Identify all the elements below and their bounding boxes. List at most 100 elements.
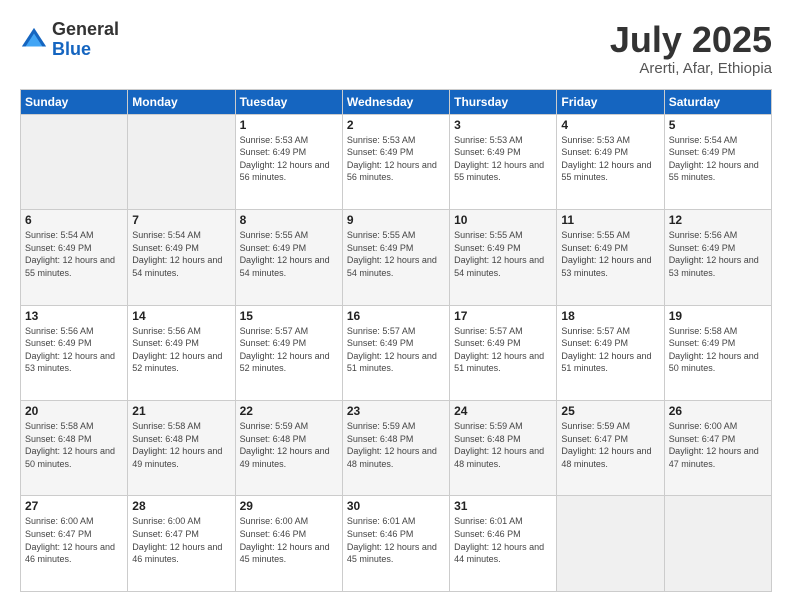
calendar-day-cell <box>128 114 235 209</box>
logo-icon <box>20 26 48 54</box>
day-info: Sunrise: 5:59 AM Sunset: 6:48 PM Dayligh… <box>347 420 445 470</box>
day-info: Sunrise: 5:56 AM Sunset: 6:49 PM Dayligh… <box>132 325 230 375</box>
calendar-week-row: 6 Sunrise: 5:54 AM Sunset: 6:49 PM Daylig… <box>21 210 772 305</box>
calendar-day-cell: 26Sunrise: 6:00 AM Sunset: 6:47 PM Dayli… <box>664 401 771 496</box>
calendar-day-cell: 11 Sunrise: 5:55 AM Sunset: 6:49 PM Dayli… <box>557 210 664 305</box>
day-number: 10 <box>454 213 552 227</box>
calendar-day-cell: 25 Sunrise: 5:59 AM Sunset: 6:47 PM Dayli… <box>557 401 664 496</box>
calendar-week-row: 27 Sunrise: 6:00 AM Sunset: 6:47 PM Dayli… <box>21 496 772 592</box>
day-number: 23 <box>347 404 445 418</box>
calendar-day-cell: 16 Sunrise: 5:57 AM Sunset: 6:49 PM Dayli… <box>342 305 449 400</box>
day-info: Sunrise: 5:56 AM Sunset: 6:49 PM Dayligh… <box>25 325 123 375</box>
calendar-day-cell: 30 Sunrise: 6:01 AM Sunset: 6:46 PM Dayli… <box>342 496 449 592</box>
day-number: 9 <box>347 213 445 227</box>
calendar-day-cell: 18 Sunrise: 5:57 AM Sunset: 6:49 PM Dayli… <box>557 305 664 400</box>
calendar-day-cell: 5Sunrise: 5:54 AM Sunset: 6:49 PM Daylig… <box>664 114 771 209</box>
calendar-day-cell: 12 Sunrise: 5:56 AM Sunset: 6:49 PM Dayli… <box>664 210 771 305</box>
day-info: Sunrise: 5:53 AM Sunset: 6:49 PM Dayligh… <box>454 134 552 184</box>
title-block: July 2025 Arerti, Afar, Ethiopia <box>610 20 772 77</box>
weekday-header-cell: Friday <box>557 89 664 114</box>
weekday-header-cell: Saturday <box>664 89 771 114</box>
calendar-table: SundayMondayTuesdayWednesdayThursdayFrid… <box>20 89 772 592</box>
calendar-day-cell: 4Sunrise: 5:53 AM Sunset: 6:49 PM Daylig… <box>557 114 664 209</box>
day-info: Sunrise: 5:54 AM Sunset: 6:49 PM Dayligh… <box>132 229 230 279</box>
day-info: Sunrise: 5:57 AM Sunset: 6:49 PM Dayligh… <box>561 325 659 375</box>
calendar-day-cell: 2Sunrise: 5:53 AM Sunset: 6:49 PM Daylig… <box>342 114 449 209</box>
day-number: 29 <box>240 499 338 513</box>
weekday-header-row: SundayMondayTuesdayWednesdayThursdayFrid… <box>21 89 772 114</box>
day-number: 19 <box>669 309 767 323</box>
day-number: 1 <box>240 118 338 132</box>
calendar-day-cell: 24Sunrise: 5:59 AM Sunset: 6:48 PM Dayli… <box>450 401 557 496</box>
weekday-header-cell: Tuesday <box>235 89 342 114</box>
calendar-day-cell: 29 Sunrise: 6:00 AM Sunset: 6:46 PM Dayli… <box>235 496 342 592</box>
logo-blue: Blue <box>52 40 119 60</box>
day-info: Sunrise: 5:55 AM Sunset: 6:49 PM Dayligh… <box>240 229 338 279</box>
month-year: July 2025 <box>610 20 772 60</box>
calendar-week-row: 20 Sunrise: 5:58 AM Sunset: 6:48 PM Dayli… <box>21 401 772 496</box>
day-number: 21 <box>132 404 230 418</box>
day-number: 17 <box>454 309 552 323</box>
day-number: 24 <box>454 404 552 418</box>
day-number: 28 <box>132 499 230 513</box>
day-info: Sunrise: 5:55 AM Sunset: 6:49 PM Dayligh… <box>347 229 445 279</box>
day-info: Sunrise: 6:01 AM Sunset: 6:46 PM Dayligh… <box>454 515 552 565</box>
day-number: 18 <box>561 309 659 323</box>
calendar-day-cell: 17 Sunrise: 5:57 AM Sunset: 6:49 PM Dayli… <box>450 305 557 400</box>
day-info: Sunrise: 5:53 AM Sunset: 6:49 PM Dayligh… <box>347 134 445 184</box>
calendar-day-cell: 10Sunrise: 5:55 AM Sunset: 6:49 PM Dayli… <box>450 210 557 305</box>
day-number: 6 <box>25 213 123 227</box>
calendar-day-cell: 15Sunrise: 5:57 AM Sunset: 6:49 PM Dayli… <box>235 305 342 400</box>
day-info: Sunrise: 6:00 AM Sunset: 6:47 PM Dayligh… <box>132 515 230 565</box>
day-info: Sunrise: 5:57 AM Sunset: 6:49 PM Dayligh… <box>454 325 552 375</box>
day-number: 8 <box>240 213 338 227</box>
day-number: 14 <box>132 309 230 323</box>
day-info: Sunrise: 5:59 AM Sunset: 6:47 PM Dayligh… <box>561 420 659 470</box>
day-info: Sunrise: 5:57 AM Sunset: 6:49 PM Dayligh… <box>347 325 445 375</box>
day-info: Sunrise: 5:55 AM Sunset: 6:49 PM Dayligh… <box>561 229 659 279</box>
day-number: 16 <box>347 309 445 323</box>
day-number: 13 <box>25 309 123 323</box>
calendar-day-cell <box>557 496 664 592</box>
page: General Blue July 2025 Arerti, Afar, Eth… <box>0 0 792 612</box>
calendar-day-cell: 21Sunrise: 5:58 AM Sunset: 6:48 PM Dayli… <box>128 401 235 496</box>
day-number: 25 <box>561 404 659 418</box>
calendar-day-cell <box>21 114 128 209</box>
calendar-day-cell: 28 Sunrise: 6:00 AM Sunset: 6:47 PM Dayli… <box>128 496 235 592</box>
calendar-day-cell: 8 Sunrise: 5:55 AM Sunset: 6:49 PM Daylig… <box>235 210 342 305</box>
day-number: 5 <box>669 118 767 132</box>
day-info: Sunrise: 6:00 AM Sunset: 6:46 PM Dayligh… <box>240 515 338 565</box>
calendar-day-cell: 20 Sunrise: 5:58 AM Sunset: 6:48 PM Dayli… <box>21 401 128 496</box>
day-info: Sunrise: 6:01 AM Sunset: 6:46 PM Dayligh… <box>347 515 445 565</box>
day-number: 27 <box>25 499 123 513</box>
day-number: 26 <box>669 404 767 418</box>
day-number: 11 <box>561 213 659 227</box>
logo: General Blue <box>20 20 119 60</box>
weekday-header-cell: Wednesday <box>342 89 449 114</box>
calendar-day-cell: 31 Sunrise: 6:01 AM Sunset: 6:46 PM Dayli… <box>450 496 557 592</box>
day-number: 12 <box>669 213 767 227</box>
calendar-day-cell: 1Sunrise: 5:53 AM Sunset: 6:49 PM Daylig… <box>235 114 342 209</box>
day-number: 30 <box>347 499 445 513</box>
day-number: 4 <box>561 118 659 132</box>
calendar-day-cell: 14 Sunrise: 5:56 AM Sunset: 6:49 PM Dayli… <box>128 305 235 400</box>
day-number: 7 <box>132 213 230 227</box>
day-number: 20 <box>25 404 123 418</box>
calendar-day-cell <box>664 496 771 592</box>
weekday-header-cell: Thursday <box>450 89 557 114</box>
day-info: Sunrise: 5:57 AM Sunset: 6:49 PM Dayligh… <box>240 325 338 375</box>
day-info: Sunrise: 6:00 AM Sunset: 6:47 PM Dayligh… <box>25 515 123 565</box>
day-info: Sunrise: 5:56 AM Sunset: 6:49 PM Dayligh… <box>669 229 767 279</box>
day-info: Sunrise: 5:58 AM Sunset: 6:48 PM Dayligh… <box>25 420 123 470</box>
day-info: Sunrise: 5:59 AM Sunset: 6:48 PM Dayligh… <box>240 420 338 470</box>
weekday-header-cell: Sunday <box>21 89 128 114</box>
calendar-week-row: 13 Sunrise: 5:56 AM Sunset: 6:49 PM Dayli… <box>21 305 772 400</box>
calendar-day-cell: 3Sunrise: 5:53 AM Sunset: 6:49 PM Daylig… <box>450 114 557 209</box>
calendar-day-cell: 27 Sunrise: 6:00 AM Sunset: 6:47 PM Dayli… <box>21 496 128 592</box>
logo-general: General <box>52 20 119 40</box>
calendar-day-cell: 13 Sunrise: 5:56 AM Sunset: 6:49 PM Dayli… <box>21 305 128 400</box>
day-number: 22 <box>240 404 338 418</box>
calendar-day-cell: 23 Sunrise: 5:59 AM Sunset: 6:48 PM Dayli… <box>342 401 449 496</box>
day-number: 31 <box>454 499 552 513</box>
calendar-body: 1 Sunrise: 5:53 AM Sunset: 6:49 PM Daylig… <box>21 114 772 591</box>
